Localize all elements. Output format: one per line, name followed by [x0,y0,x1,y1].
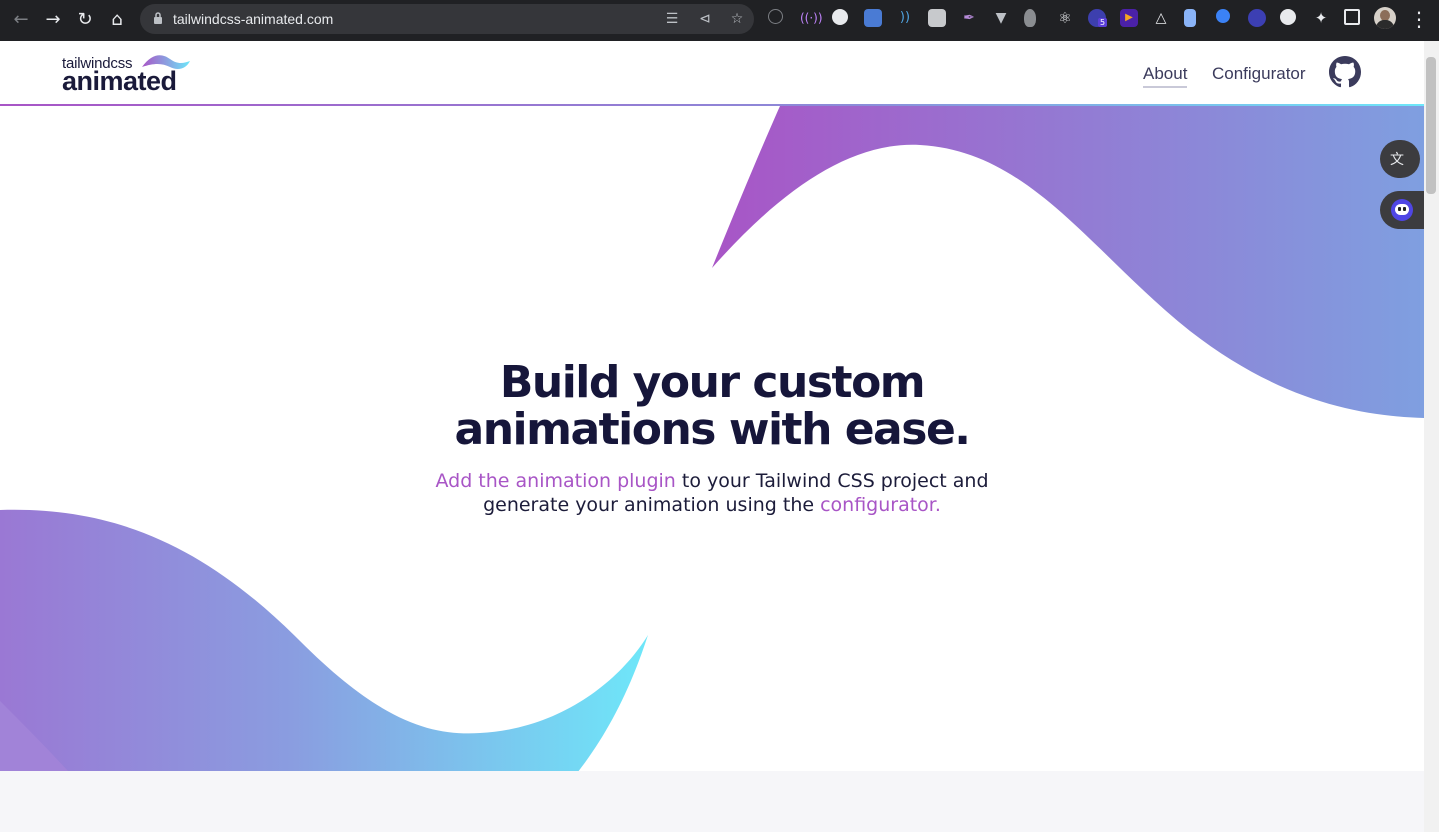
docs-extension-icon[interactable] [1184,9,1196,27]
translate-icon: 文 [1390,152,1404,168]
radio-extension-icon[interactable]: ((·)) [800,9,823,27]
share-icon[interactable]: ⊲ [695,9,715,29]
address-bar[interactable]: tailwindcss-animated.com ☰ ⊲ ☆ [140,4,754,34]
side-panel-icon[interactable] [1344,9,1360,25]
wifi-extension-icon[interactable]: )) [896,9,914,27]
extensions-puzzle-icon[interactable]: ✦ [1312,9,1330,27]
hero-title-line-2: animations with ease. [454,404,972,455]
browser-toolbar: ← → ↻ ⌂ tailwindcss-animated.com ☰ ⊲ ☆ (… [0,0,1439,41]
floating-translate-button[interactable]: 文 [1380,140,1420,178]
translate-page-icon[interactable]: ☰ [662,9,682,29]
page-scrollbar[interactable] [1424,41,1439,832]
floating-assistant-button[interactable] [1380,191,1424,229]
play-extension-icon[interactable]: ▶ [1120,9,1138,27]
home-icon[interactable]: ⌂ [104,7,130,33]
circle-extension-icon[interactable] [832,9,848,25]
hero-subtitle-text-1: to your Tailwind CSS project and [675,470,989,492]
hero-title: Build your custom animations with ease. [0,359,1424,453]
hero-subtitle-text-2: generate your animation using the [483,494,821,516]
react-devtools-icon[interactable]: ⚛ [1056,9,1074,27]
web-page: tailwindcss animated About Configurator … [0,41,1424,832]
bug-extension-icon[interactable] [1024,9,1036,27]
assistant-bot-icon [1391,199,1413,221]
bot-extension-icon[interactable] [1248,9,1266,27]
next-section-band [0,771,1424,832]
header-gradient-divider [0,104,1424,106]
face-extension-icon[interactable] [1280,9,1296,25]
configurator-link[interactable]: configurator. [820,494,941,516]
site-header: tailwindcss animated About Configurator [0,41,1424,104]
nav-about-link[interactable]: About [1143,64,1188,88]
badge-extension-icon[interactable]: 5 [1088,9,1108,27]
google-translate-icon[interactable] [864,9,882,27]
browser-menu-icon[interactable]: ⋮ [1409,6,1429,32]
hero-subtitle: Add the animation plugin to your Tailwin… [0,469,1424,517]
card-extension-icon[interactable] [928,9,946,27]
forward-icon[interactable]: → [40,7,66,33]
extension-icon[interactable] [768,9,783,24]
feather-extension-icon[interactable]: ✒ [960,9,978,27]
url-text: tailwindcss-animated.com [173,11,334,27]
back-icon[interactable]: ← [8,7,34,33]
profile-avatar[interactable] [1374,7,1396,29]
extension-badge: 5 [1098,18,1108,27]
lock-icon [154,12,162,24]
github-icon[interactable] [1329,56,1361,88]
hero-title-line-1: Build your custom [499,357,926,408]
animation-plugin-link[interactable]: Add the animation plugin [435,470,675,492]
reload-icon[interactable]: ↻ [72,7,98,33]
vue-devtools-icon[interactable]: ▼ [992,9,1010,27]
blue-dot-extension-icon[interactable] [1216,9,1230,23]
angular-devtools-icon[interactable]: △ [1152,9,1170,27]
bookmark-star-icon[interactable]: ☆ [727,9,747,29]
logo-wave-icon [142,55,190,69]
scrollbar-thumb[interactable] [1426,57,1436,194]
nav-configurator-link[interactable]: Configurator [1212,64,1306,84]
